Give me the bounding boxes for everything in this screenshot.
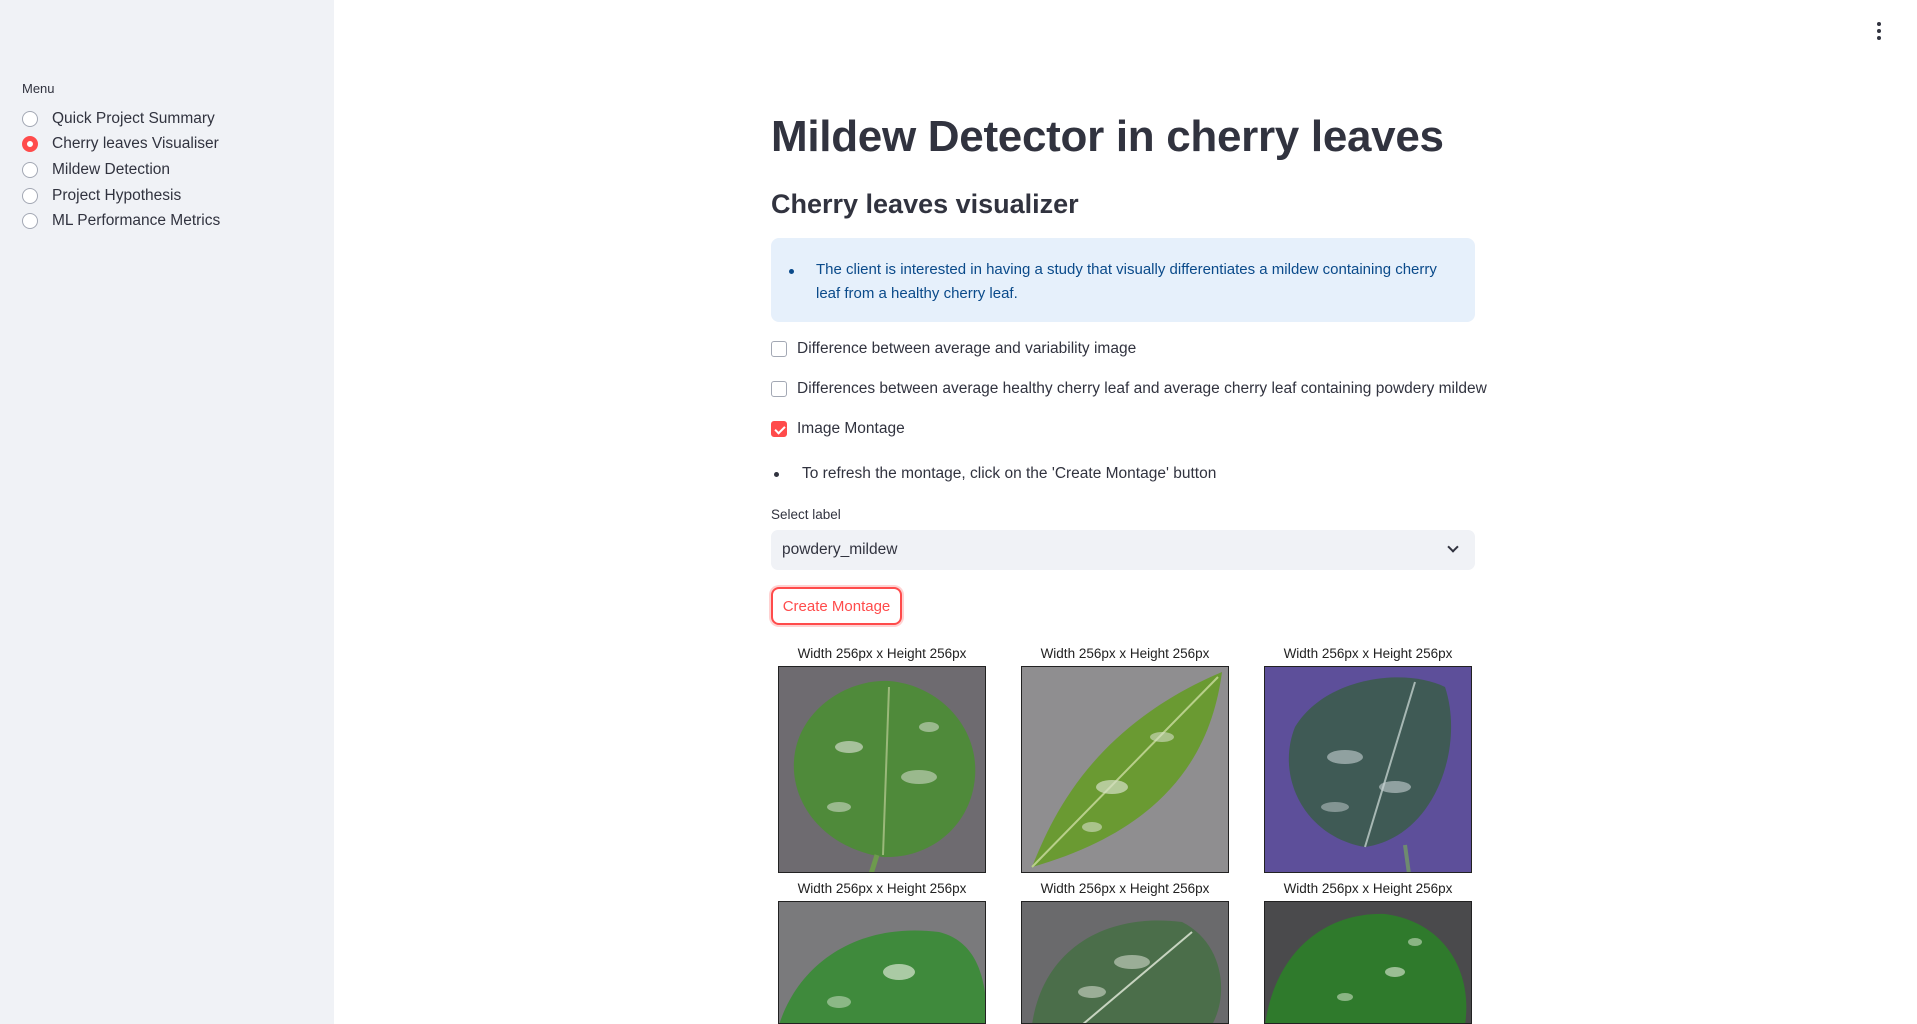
leaf-image xyxy=(778,901,986,1024)
menu-item-label: Mildew Detection xyxy=(52,160,171,178)
chevron-down-icon xyxy=(1447,541,1459,553)
leaf-image xyxy=(1021,666,1229,873)
select-label: Select label xyxy=(771,507,841,522)
main-menu-button[interactable] xyxy=(1872,20,1886,42)
label-select[interactable]: powdery_mildew xyxy=(771,530,1475,570)
bullet-icon xyxy=(774,471,779,477)
create-montage-button[interactable]: Create Montage xyxy=(771,587,902,625)
menu-item-cherry-leaves-visualiser[interactable]: Cherry leaves Visualiser xyxy=(22,132,220,158)
montage-cell: Width 256px x Height 256px xyxy=(1264,881,1472,1024)
checkbox-icon xyxy=(771,381,787,397)
bullet-icon xyxy=(789,269,794,274)
radio-icon xyxy=(22,161,38,178)
radio-icon xyxy=(22,187,38,204)
montage-image-title: Width 256px x Height 256px xyxy=(1283,646,1453,661)
menu-item-quick-project-summary[interactable]: Quick Project Summary xyxy=(22,106,220,132)
menu-item-label: Project Hypothesis xyxy=(52,186,182,204)
menu-title: Menu xyxy=(22,81,55,96)
checkbox-healthy-vs-mildew[interactable]: Differences between average healthy cher… xyxy=(771,380,1487,398)
vertical-ellipsis-icon xyxy=(1877,22,1881,26)
montage-cell: Width 256px x Height 256px xyxy=(778,881,986,1024)
montage-cell: Width 256px x Height 256px xyxy=(778,646,986,873)
checkbox-image-montage[interactable]: Image Montage xyxy=(771,420,905,438)
leaf-image xyxy=(778,666,986,873)
leaf-image xyxy=(1264,666,1472,873)
checkbox-label: Differences between average healthy cher… xyxy=(797,380,1487,397)
montage-image-title: Width 256px x Height 256px xyxy=(1040,881,1210,896)
page-title: Mildew Detector in cherry leaves xyxy=(771,112,1444,161)
radio-icon xyxy=(22,110,38,127)
menu-item-label: Cherry leaves Visualiser xyxy=(52,135,219,153)
leaf-image xyxy=(1264,901,1472,1024)
leaf-image xyxy=(1021,901,1229,1024)
radio-selected-icon xyxy=(22,136,38,153)
montage-cell: Width 256px x Height 256px xyxy=(1264,646,1472,873)
sidebar: Menu Quick Project Summary Cherry leaves… xyxy=(0,0,334,1024)
montage-image-title: Width 256px x Height 256px xyxy=(1040,646,1210,661)
menu-item-ml-performance-metrics[interactable]: ML Performance Metrics xyxy=(22,208,220,234)
checkbox-label: Image Montage xyxy=(797,420,905,437)
info-text: The client is interested in having a stu… xyxy=(816,261,1437,302)
info-box: The client is interested in having a stu… xyxy=(771,238,1475,322)
radio-icon xyxy=(22,213,38,230)
section-title: Cherry leaves visualizer xyxy=(771,189,1079,219)
checkbox-avg-variability[interactable]: Difference between average and variabili… xyxy=(771,340,1136,358)
montage-image-title: Width 256px x Height 256px xyxy=(797,646,967,661)
montage-image-title: Width 256px x Height 256px xyxy=(1283,881,1453,896)
refresh-note: To refresh the montage, click on the 'Cr… xyxy=(771,465,1216,483)
montage-image-title: Width 256px x Height 256px xyxy=(797,881,967,896)
menu-radio-group: Quick Project Summary Cherry leaves Visu… xyxy=(22,106,220,234)
menu-item-label: Quick Project Summary xyxy=(52,109,215,127)
refresh-note-text: To refresh the montage, click on the 'Cr… xyxy=(802,465,1217,482)
image-montage: Width 256px x Height 256px Width 256px x… xyxy=(771,646,1475,1024)
menu-item-project-hypothesis[interactable]: Project Hypothesis xyxy=(22,183,220,209)
checkbox-icon xyxy=(771,341,787,357)
montage-cell: Width 256px x Height 256px xyxy=(1021,646,1229,873)
montage-cell: Width 256px x Height 256px xyxy=(1021,881,1229,1024)
menu-item-mildew-detection[interactable]: Mildew Detection xyxy=(22,157,220,183)
checkbox-checked-icon xyxy=(771,421,787,437)
menu-item-label: ML Performance Metrics xyxy=(52,212,221,230)
checkbox-label: Difference between average and variabili… xyxy=(797,340,1137,357)
select-value: powdery_mildew xyxy=(782,541,898,558)
